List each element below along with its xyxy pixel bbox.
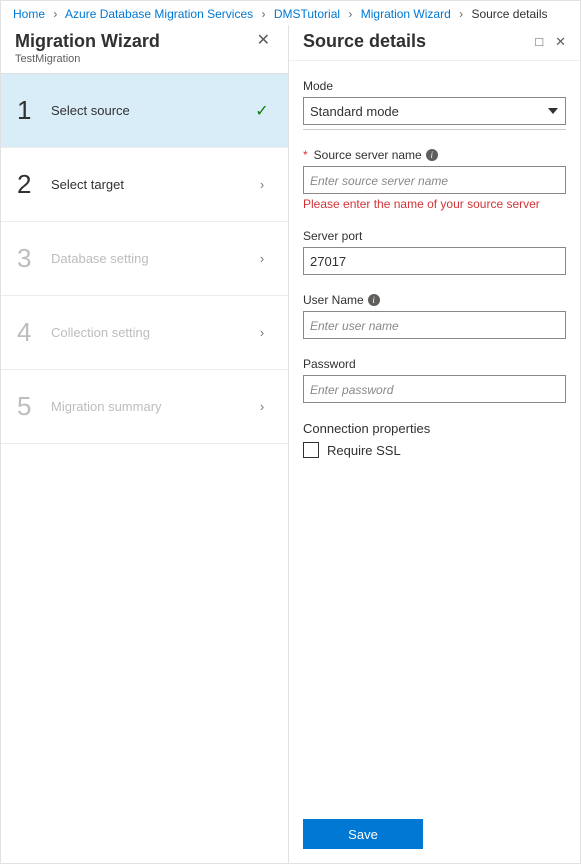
save-button[interactable]: Save xyxy=(303,819,423,849)
breadcrumb-link-adms[interactable]: Azure Database Migration Services xyxy=(65,7,253,21)
details-header: Source details □ ✕ xyxy=(289,25,580,61)
wizard-step-select-source[interactable]: 1 Select source ✓ xyxy=(1,74,288,148)
label-password: Password xyxy=(303,357,566,371)
breadcrumb-link-migration-wizard[interactable]: Migration Wizard xyxy=(361,7,451,21)
breadcrumb-current: Source details xyxy=(471,7,547,21)
step-number: 5 xyxy=(17,391,51,422)
wizard-step-migration-summary[interactable]: 5 Migration summary › xyxy=(1,370,288,444)
app-root: Home › Azure Database Migration Services… xyxy=(0,0,581,864)
info-icon[interactable]: i xyxy=(426,149,438,161)
wizard-step-database-setting[interactable]: 3 Database setting › xyxy=(1,222,288,296)
field-connection-properties: Connection properties Require SSL xyxy=(303,421,566,458)
wizard-step-collection-setting[interactable]: 4 Collection setting › xyxy=(1,296,288,370)
chevron-right-icon: › xyxy=(261,7,265,21)
require-ssl-label: Require SSL xyxy=(327,443,401,458)
source-server-input[interactable] xyxy=(303,166,566,194)
step-label: Collection setting xyxy=(51,325,252,340)
error-message: Please enter the name of your source ser… xyxy=(303,197,566,211)
details-panel: Source details □ ✕ Mode Standard mode xyxy=(289,25,580,863)
field-server-port: Server port xyxy=(303,229,566,275)
chevron-right-icon: › xyxy=(252,399,272,414)
wizard-title: Migration Wizard xyxy=(15,31,253,52)
label-source-server: * Source server name i xyxy=(303,148,566,162)
step-number: 4 xyxy=(17,317,51,348)
divider xyxy=(303,129,566,130)
close-icon[interactable]: ✕ xyxy=(253,31,274,51)
step-number: 2 xyxy=(17,169,51,200)
field-user-name: User Name i xyxy=(303,293,566,339)
label-mode: Mode xyxy=(303,79,566,93)
chevron-right-icon: › xyxy=(53,7,57,21)
label-user-name: User Name i xyxy=(303,293,566,307)
details-title: Source details xyxy=(303,31,523,52)
wizard-subtitle: TestMigration xyxy=(15,53,253,65)
main-body: Migration Wizard TestMigration ✕ 1 Selec… xyxy=(1,25,580,863)
breadcrumb-link-home[interactable]: Home xyxy=(13,7,45,21)
field-source-server: * Source server name i Please enter the … xyxy=(303,148,566,211)
user-name-input[interactable] xyxy=(303,311,566,339)
check-icon: ✓ xyxy=(252,101,272,121)
chevron-right-icon: › xyxy=(348,7,352,21)
wizard-panel: Migration Wizard TestMigration ✕ 1 Selec… xyxy=(1,25,289,863)
close-icon[interactable]: ✕ xyxy=(555,34,566,50)
wizard-steps: 1 Select source ✓ 2 Select target › 3 Da… xyxy=(1,74,288,863)
chevron-right-icon: › xyxy=(252,177,272,192)
wizard-header: Migration Wizard TestMigration ✕ xyxy=(1,25,288,74)
chevron-right-icon: › xyxy=(252,251,272,266)
details-form: Mode Standard mode * Source server name … xyxy=(289,61,580,809)
mode-select[interactable]: Standard mode xyxy=(303,97,566,125)
field-password: Password xyxy=(303,357,566,403)
chevron-right-icon: › xyxy=(252,325,272,340)
step-label: Database setting xyxy=(51,251,252,266)
step-number: 3 xyxy=(17,243,51,274)
required-asterisk: * xyxy=(303,148,308,162)
require-ssl-checkbox[interactable] xyxy=(303,442,319,458)
details-footer: Save xyxy=(289,809,580,863)
chevron-right-icon: › xyxy=(459,7,463,21)
label-text: User Name xyxy=(303,293,364,307)
step-number: 1 xyxy=(17,95,51,126)
breadcrumb: Home › Azure Database Migration Services… xyxy=(1,1,580,25)
label-server-port: Server port xyxy=(303,229,566,243)
info-icon[interactable]: i xyxy=(368,294,380,306)
field-mode: Mode Standard mode xyxy=(303,79,566,130)
breadcrumb-link-dmstutorial[interactable]: DMSTutorial xyxy=(274,7,340,21)
label-text: Source server name xyxy=(314,148,422,162)
pin-icon[interactable]: □ xyxy=(535,34,543,49)
server-port-input[interactable] xyxy=(303,247,566,275)
step-label: Select target xyxy=(51,177,252,192)
wizard-step-select-target[interactable]: 2 Select target › xyxy=(1,148,288,222)
label-connection-properties: Connection properties xyxy=(303,421,566,436)
password-input[interactable] xyxy=(303,375,566,403)
step-label: Select source xyxy=(51,103,252,118)
step-label: Migration summary xyxy=(51,399,252,414)
